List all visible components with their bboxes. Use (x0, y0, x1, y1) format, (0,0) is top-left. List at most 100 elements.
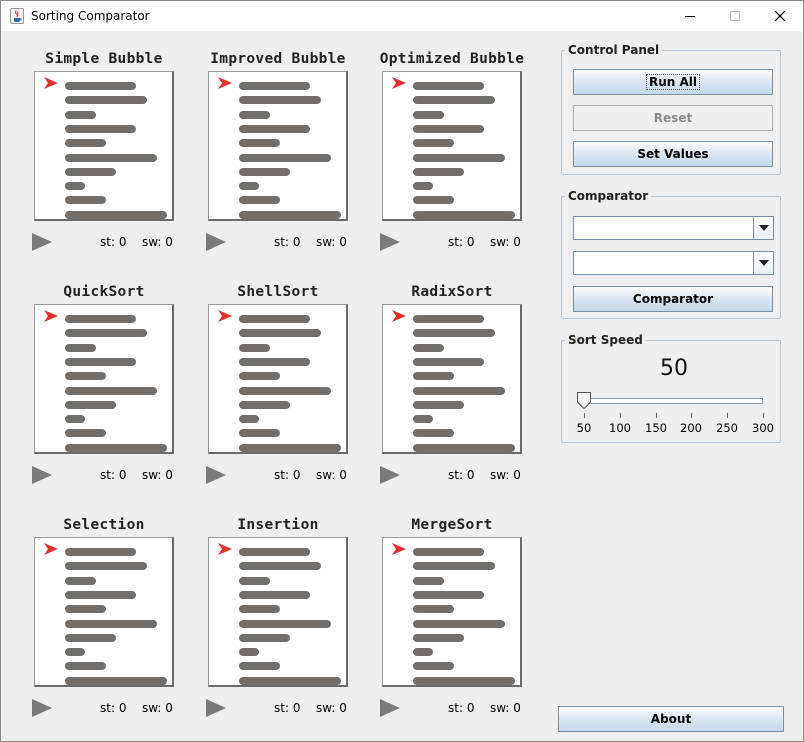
java-cup-icon (10, 8, 24, 24)
value-bar (65, 82, 136, 90)
value-bar (65, 315, 136, 323)
comparator-select-2[interactable] (573, 251, 774, 275)
value-bar (65, 139, 106, 148)
about-label: About (650, 712, 692, 726)
value-bar (65, 182, 85, 191)
comparator-legend: Comparator (568, 189, 649, 203)
steps-count: st: 0 (100, 235, 127, 249)
sort-speed-value: 50 (660, 356, 688, 381)
value-bar (65, 153, 157, 162)
value-bar (239, 386, 331, 395)
value-bar (413, 182, 433, 191)
play-icon[interactable] (205, 697, 227, 719)
value-bar (239, 548, 310, 556)
comparator-button[interactable]: Comparator (573, 286, 773, 312)
slider-tick (656, 413, 657, 418)
value-bar (239, 96, 321, 105)
play-icon[interactable] (31, 231, 53, 253)
slider-tick (691, 413, 692, 418)
value-bar (413, 343, 444, 352)
slider-tick (763, 413, 764, 418)
value-bar (65, 96, 147, 105)
minimize-button[interactable] (667, 1, 713, 31)
sort-panel-title: ShellSort (237, 284, 319, 300)
steps-count: st: 0 (274, 235, 301, 249)
sort-panel-title: Selection (63, 517, 145, 533)
steps-count: st: 0 (100, 701, 127, 715)
set-values-button[interactable]: Set Values (573, 141, 773, 167)
value-bar (65, 429, 106, 438)
swaps-count: sw: 0 (490, 235, 521, 249)
combo-1-arrow[interactable] (753, 217, 773, 239)
sort-panel-title: RadixSort (411, 284, 493, 300)
value-bar (65, 372, 106, 381)
steps-count: st: 0 (100, 468, 127, 482)
pointer-arrow-icon (44, 77, 58, 89)
sort-panel-title: QuickSort (63, 284, 145, 300)
run-all-button[interactable]: Run All (573, 69, 773, 95)
comparator-button-label: Comparator (632, 292, 714, 306)
sort-visualization (34, 71, 174, 221)
value-bar (413, 96, 495, 105)
reset-label: Reset (653, 111, 693, 125)
sort-visualization (382, 537, 522, 687)
pointer-arrow-icon (392, 310, 406, 322)
swaps-count: sw: 0 (316, 235, 347, 249)
speed-slider-thumb[interactable] (577, 392, 591, 409)
value-bar (239, 676, 341, 685)
value-bar (239, 429, 280, 438)
value-bar (413, 676, 515, 685)
value-bar (65, 124, 136, 133)
speed-slider-track[interactable] (583, 398, 763, 404)
swaps-count: sw: 0 (490, 468, 521, 482)
value-bar (65, 619, 157, 628)
pointer-arrow-icon (392, 543, 406, 555)
value-bar (65, 357, 136, 366)
about-button[interactable]: About (558, 706, 784, 732)
title-bar: Sorting Comparator (1, 1, 803, 31)
chevron-down-icon (758, 260, 769, 266)
app-window: Sorting Comparator Simple Bubble st: 0 sw:… (0, 0, 804, 742)
slider-tick (584, 413, 585, 418)
slider-tick (727, 413, 728, 418)
value-bar (413, 315, 484, 323)
comparator-select-1[interactable] (573, 216, 774, 240)
set-values-label: Set Values (637, 147, 709, 161)
slider-tick-label: 100 (609, 421, 631, 435)
value-bar (239, 196, 280, 205)
pointer-arrow-icon (218, 543, 232, 555)
slider-tick-label: 200 (680, 421, 702, 435)
slider-tick-label: 150 (645, 421, 667, 435)
value-bar (239, 110, 270, 119)
close-button[interactable] (757, 1, 803, 31)
maximize-button (712, 1, 758, 31)
slider-tick-label: 300 (752, 421, 774, 435)
sort-panel-title: Improved Bubble (210, 51, 346, 67)
value-bar (239, 153, 331, 162)
value-bar (239, 576, 270, 585)
value-bar (239, 633, 290, 642)
value-bar (65, 590, 136, 599)
swaps-count: sw: 0 (490, 701, 521, 715)
value-bar (65, 605, 106, 614)
value-bar (239, 372, 280, 381)
minimize-icon (685, 16, 695, 17)
value-bar (413, 210, 515, 219)
value-bar (413, 415, 433, 424)
sort-visualization (208, 537, 348, 687)
play-icon[interactable] (379, 231, 401, 253)
play-icon[interactable] (205, 231, 227, 253)
play-icon[interactable] (379, 697, 401, 719)
value-bar (65, 633, 116, 642)
value-bar (413, 153, 505, 162)
play-icon[interactable] (205, 464, 227, 486)
chevron-down-icon (758, 225, 769, 231)
play-icon[interactable] (31, 464, 53, 486)
value-bar (65, 576, 96, 585)
play-icon[interactable] (379, 464, 401, 486)
combo-2-arrow[interactable] (753, 252, 773, 274)
play-icon[interactable] (31, 697, 53, 719)
sort-visualization (382, 304, 522, 454)
swaps-count: sw: 0 (316, 701, 347, 715)
close-icon (774, 10, 786, 22)
